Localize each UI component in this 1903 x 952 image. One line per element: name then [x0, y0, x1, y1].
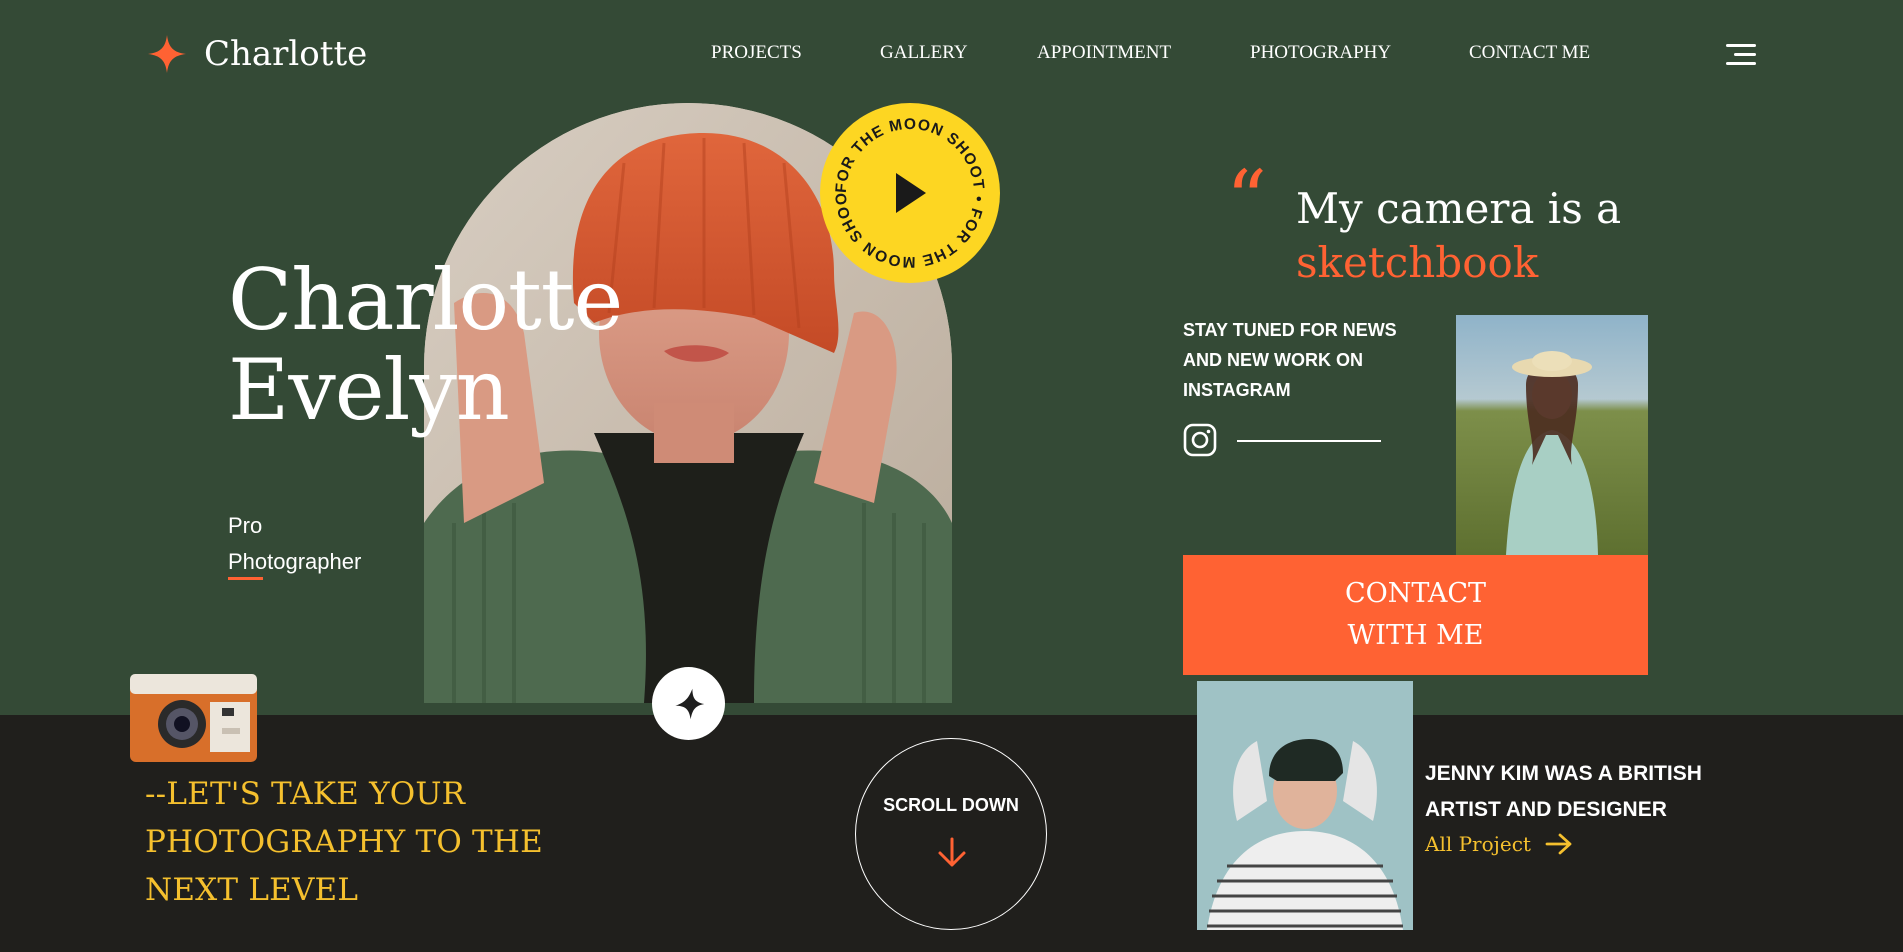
quote-line2: sketchbook: [1296, 238, 1539, 287]
instagram-icon[interactable]: [1183, 423, 1217, 457]
rotating-text-ring: FOR THE MOON SHOOT • FOR THE MOON SHOOT …: [815, 90, 986, 270]
contact-line2: WITH ME: [1347, 620, 1484, 651]
play-icon: [896, 173, 926, 213]
quote-line1: My camera is a: [1296, 184, 1622, 233]
stay-tuned-text: STAY TUNED FOR NEWS AND NEW WORK ON INST…: [1183, 320, 1397, 400]
cta-line3: NEXT LEVEL: [145, 872, 359, 908]
nav-gallery[interactable]: GALLERY: [880, 42, 968, 64]
boy-portrait-photo: [1197, 681, 1413, 930]
instant-camera-image: [130, 674, 257, 762]
nav-photography[interactable]: PHOTOGRAPHY: [1250, 42, 1391, 64]
hero-role: Pro Photographer: [228, 508, 361, 580]
nav-projects[interactable]: PROJECTS: [711, 42, 802, 64]
four-point-star-icon: [674, 688, 704, 719]
quote-heading: My camera is a sketchbook: [1296, 182, 1621, 290]
star-logo-icon: [148, 35, 186, 73]
role-underline: [228, 577, 263, 580]
logo[interactable]: Charlotte: [148, 34, 367, 74]
star-disc: [652, 667, 725, 740]
all-project-label: All Project: [1425, 832, 1531, 856]
contact-with-me-button[interactable]: CONTACT WITH ME: [1183, 555, 1648, 675]
brand-name: Charlotte: [204, 34, 368, 74]
jenny-line2: ARTIST AND DESIGNER: [1425, 798, 1667, 821]
instagram-divider: [1237, 440, 1381, 442]
quote-mark-icon: “: [1226, 153, 1267, 246]
hero-role-line1: Pro: [228, 513, 263, 538]
cta-heading: --LET'S TAKE YOUR PHOTOGRAPHY TO THE NEX…: [145, 770, 543, 914]
cta-line2: PHOTOGRAPHY TO THE: [145, 824, 543, 860]
cta-line1: --LET'S TAKE YOUR: [145, 776, 466, 812]
nav-appointment[interactable]: APPOINTMENT: [1037, 42, 1171, 64]
girl-in-field-photo: [1456, 315, 1648, 555]
nav-contact-me[interactable]: CONTACT ME: [1469, 42, 1590, 64]
all-project-link[interactable]: All Project: [1425, 832, 1573, 856]
arrow-right-icon: [1545, 833, 1572, 855]
hero-title: Charlotte Evelyn: [228, 251, 623, 439]
hero-name-line2: Evelyn: [228, 341, 510, 439]
jenny-kim-caption: JENNY KIM WAS A BRITISH ARTIST AND DESIG…: [1425, 756, 1702, 828]
scroll-down-label: SCROLL DOWN: [883, 795, 1019, 815]
hero-name-line1: Charlotte: [228, 251, 623, 349]
scroll-down-button[interactable]: SCROLL DOWN: [855, 738, 1047, 930]
hamburger-menu-icon[interactable]: [1724, 42, 1756, 68]
hero-role-line2: Photographer: [228, 549, 362, 574]
contact-line1: CONTACT: [1344, 578, 1487, 609]
jenny-line1: JENNY KIM WAS A BRITISH: [1425, 762, 1702, 785]
arrow-down-icon: [938, 837, 966, 867]
play-badge-button[interactable]: FOR THE MOON SHOOT • FOR THE MOON SHOOT …: [815, 90, 1000, 283]
